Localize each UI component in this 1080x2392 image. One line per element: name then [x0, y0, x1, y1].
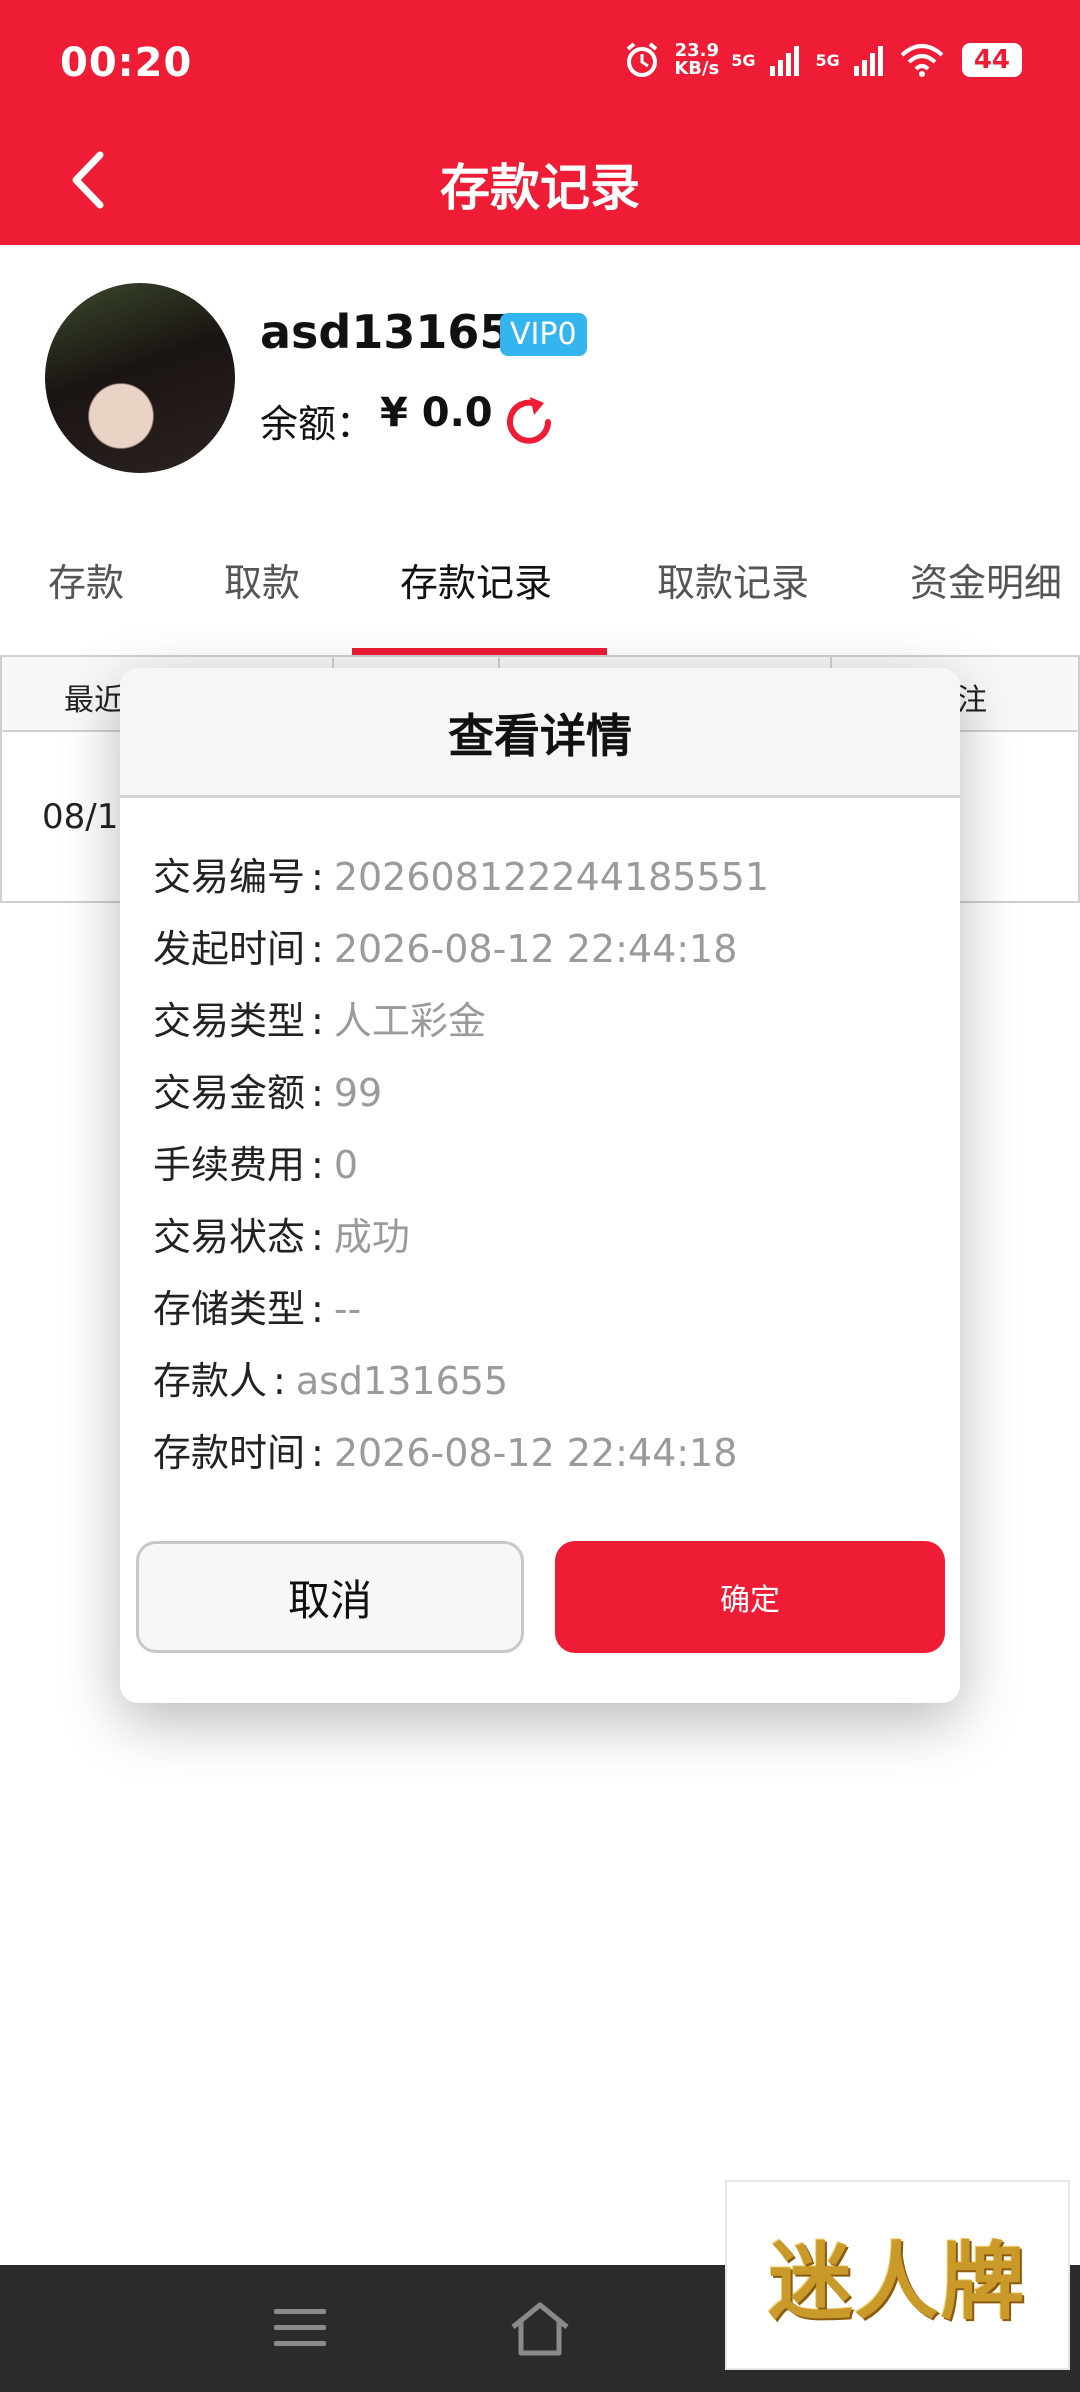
confirm-button[interactable]: 确定 — [555, 1541, 945, 1653]
dialog-header: 查看详情 — [120, 668, 960, 798]
detail-row-transaction-id: 交易编号:202608122244185551 — [153, 855, 770, 899]
detail-row-deposit-time: 存款时间:2026-08-12 22:44:18 — [153, 1431, 738, 1475]
detail-row-status: 交易状态: 成功 — [153, 1215, 410, 1259]
detail-row-storage-type: 存储类型: -- — [153, 1287, 362, 1331]
detail-row-transaction-type: 交易类型: 人工彩金 — [153, 999, 486, 1043]
home-icon[interactable] — [507, 2301, 573, 2357]
menu-icon[interactable] — [272, 2305, 328, 2351]
brand-logo-text: 迷人牌 — [768, 2231, 1027, 2331]
detail-row-fee: 手续费用:0 — [153, 1143, 359, 1187]
details-dialog: 查看详情 交易编号:202608122244185551 发起时间:2026-0… — [120, 668, 960, 1703]
dialog-title: 查看详情 — [448, 709, 632, 763]
cancel-button[interactable]: 取消 — [136, 1541, 524, 1653]
detail-row-depositor: 存款人: asd131655 — [153, 1359, 509, 1403]
detail-list: 交易编号:202608122244185551 发起时间:2026-08-12 … — [153, 853, 769, 1501]
detail-row-initiated-time: 发起时间:2026-08-12 22:44:18 — [153, 927, 738, 971]
brand-watermark: 迷人牌 — [725, 2180, 1070, 2370]
detail-row-amount: 交易金额:99 — [153, 1071, 383, 1115]
